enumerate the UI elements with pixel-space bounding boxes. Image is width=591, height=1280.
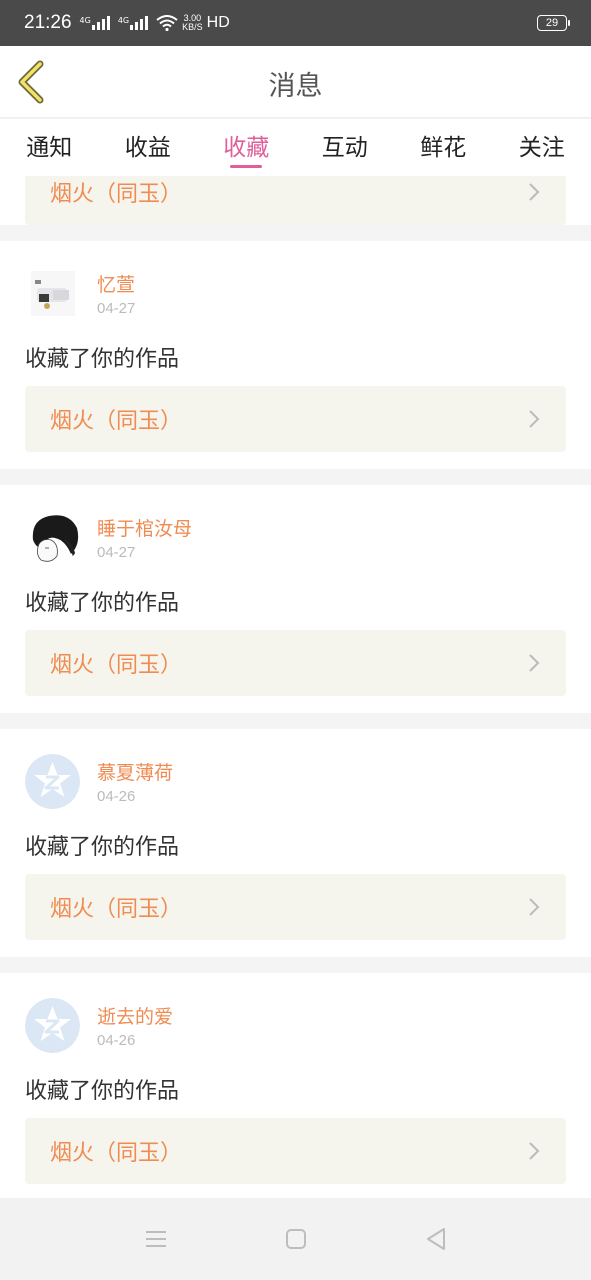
tab-earnings[interactable]: 收益 [99,119,198,176]
battery-icon: 29 [537,15,570,31]
work-link[interactable]: 烟火（同玉） [25,630,566,696]
action-text: 收藏了你的作品 [25,1079,180,1104]
work-title: 烟火（同玉） [50,409,183,434]
menu-icon [145,1231,166,1247]
network-speed: 3.00 KB/S [182,13,203,32]
action-text: 收藏了你的作品 [25,835,180,860]
list-item: 逝去的爱 04-26 收藏了你的作品 烟火（同玉） [0,973,591,1198]
list-item: 忆萱 04-27 收藏了你的作品 烟火（同玉） [0,241,591,469]
work-title: 烟火（同玉） [50,182,183,207]
chevron-right-icon [529,410,540,428]
timestamp: 04-27 [97,300,136,317]
chevron-right-icon [529,1142,540,1160]
action-text: 收藏了你的作品 [25,591,180,616]
list-item: 烟火（同玉） [0,176,591,225]
system-nav-bar [0,1198,591,1280]
menu-button[interactable] [136,1219,176,1259]
page-title: 消息 [268,71,323,102]
status-time: 21:26 [24,12,72,33]
tab-flowers[interactable]: 鲜花 [394,119,493,176]
work-title: 烟火（同玉） [50,897,183,922]
wifi-icon [156,15,178,31]
chevron-right-icon [529,654,540,672]
timestamp: 04-26 [97,1032,136,1049]
default-avatar-icon[interactable] [25,754,80,809]
username[interactable]: 逝去的爱 [97,1002,173,1029]
avatar[interactable] [25,266,80,321]
hd-indicator: HD [206,14,230,31]
timestamp: 04-27 [97,544,136,561]
action-text: 收藏了你的作品 [25,347,180,372]
username[interactable]: 睡于棺汝母 [97,514,192,541]
status-bar: 21:26 4G 4G 3.00 KB/S HD 29 [0,0,591,46]
back-triangle-icon [426,1228,445,1250]
signal-icon-2: 4G [118,16,150,30]
username[interactable]: 忆萱 [97,270,135,297]
signal-icon: 4G [80,16,112,30]
work-link[interactable]: 烟火（同玉） [25,1118,566,1184]
work-title: 烟火（同玉） [50,1141,183,1166]
work-link[interactable]: 烟火（同玉） [25,176,566,225]
timestamp: 04-26 [97,788,136,805]
message-list: 烟火（同玉） 忆萱 04-27 收藏了你的作品 烟火（同玉） 睡于棺汝母 04-… [0,176,591,1198]
list-item: 睡于棺汝母 04-27 收藏了你的作品 烟火（同玉） [0,485,591,713]
home-button[interactable] [276,1219,316,1259]
tab-notifications[interactable]: 通知 [0,119,99,176]
work-link[interactable]: 烟火（同玉） [25,386,566,452]
tab-following[interactable]: 关注 [493,119,591,176]
battery-level: 29 [545,17,559,29]
back-nav-button[interactable] [416,1219,456,1259]
tab-bar: 通知 收益 收藏 互动 鲜花 关注 [0,119,591,176]
work-link[interactable]: 烟火（同玉） [25,874,566,940]
work-title: 烟火（同玉） [50,653,183,678]
home-icon [285,1229,306,1249]
chevron-right-icon [529,183,540,201]
chevron-right-icon [529,898,540,916]
avatar[interactable] [25,510,80,565]
title-bar: 消息 [0,46,591,118]
default-avatar-icon[interactable] [25,998,80,1053]
tab-interactions[interactable]: 互动 [296,119,395,176]
tab-favorites[interactable]: 收藏 [197,119,296,176]
username[interactable]: 慕夏薄荷 [97,758,173,785]
list-item: 慕夏薄荷 04-26 收藏了你的作品 烟火（同玉） [0,729,591,957]
